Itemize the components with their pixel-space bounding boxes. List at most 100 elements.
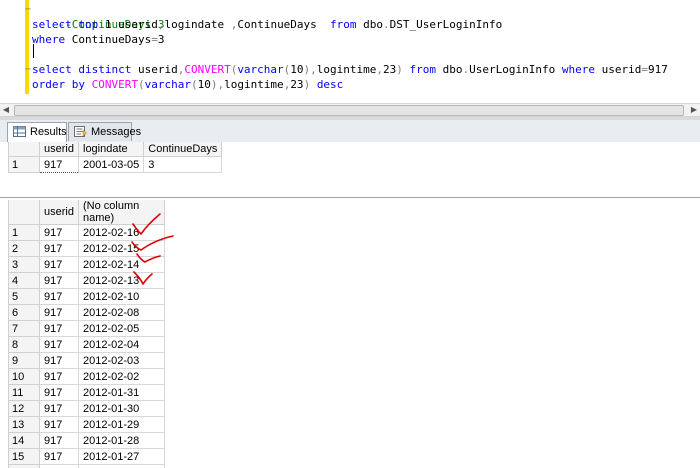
- table-cell[interactable]: 2012-01-24: [78, 464, 165, 468]
- column-header[interactable]: (No column name): [78, 200, 165, 225]
- table-cell[interactable]: 2012-01-27: [78, 448, 165, 465]
- row-number[interactable]: 4: [8, 272, 40, 289]
- sql-editor[interactable]: − − --ContinueDays 3 select top 1 userid…: [0, 0, 700, 103]
- scrollbar-thumb[interactable]: [14, 105, 684, 116]
- table-cell[interactable]: 917: [39, 304, 79, 321]
- code-line-1: --ContinueDays 3: [32, 2, 165, 31]
- row-number[interactable]: 15: [8, 448, 40, 465]
- tab-results[interactable]: Results: [7, 122, 67, 143]
- table-row: 2 917 2012-02-15: [8, 240, 165, 257]
- table-row: 11 917 2012-01-31: [8, 384, 165, 401]
- sql-operator: .: [383, 18, 390, 31]
- code-line-6: order by CONVERT(varchar(10),logintime,2…: [32, 77, 343, 92]
- messages-icon: [74, 126, 87, 137]
- table-cell[interactable]: 917: [39, 384, 79, 401]
- collapse-marker[interactable]: −: [25, 2, 31, 17]
- row-number[interactable]: 7: [8, 320, 40, 337]
- table-cell[interactable]: 917: [39, 336, 79, 353]
- table-row: 8 917 2012-02-04: [8, 336, 165, 353]
- table-cell[interactable]: 917: [39, 368, 79, 385]
- column-header[interactable]: userid: [39, 142, 79, 157]
- row-number[interactable]: 12: [8, 400, 40, 417]
- table-cell[interactable]: 2012-02-14: [78, 256, 165, 273]
- table-cell[interactable]: 2012-02-13: [78, 272, 165, 289]
- sql-keyword: varchar: [144, 78, 191, 91]
- table-cell[interactable]: 2012-02-03: [78, 352, 165, 369]
- table-cell[interactable]: 917: [39, 352, 79, 369]
- table-cell[interactable]: 917: [39, 256, 79, 273]
- sql-function: CONVERT: [184, 63, 231, 76]
- row-number[interactable]: 1: [8, 224, 40, 241]
- table-cell[interactable]: 2012-02-10: [78, 288, 165, 305]
- result-grid-2[interactable]: userid (No column name) 1 917 2012-02-16 2…: [0, 199, 700, 468]
- row-number[interactable]: 9: [8, 352, 40, 369]
- table-cell[interactable]: 917: [39, 272, 79, 289]
- sql-identifier: DST_UserLoginInfo: [389, 18, 503, 31]
- sql-keyword: where: [561, 63, 595, 76]
- row-number[interactable]: 2: [8, 240, 40, 257]
- collapse-marker[interactable]: −: [25, 62, 31, 77]
- table-row: 9 917 2012-02-03: [8, 352, 165, 369]
- sql-keyword: where: [32, 33, 66, 46]
- scroll-right-arrow-icon[interactable]: ▶: [688, 104, 700, 116]
- editor-horizontal-scrollbar[interactable]: ◀ ▶: [0, 103, 700, 117]
- table-row: 10 917 2012-02-02: [8, 368, 165, 385]
- sql-number: 10: [290, 63, 304, 76]
- table-cell[interactable]: 2012-01-31: [78, 384, 165, 401]
- header-row: userid logindate ContinueDays: [8, 142, 223, 157]
- column-header[interactable]: ContinueDays: [143, 142, 223, 157]
- scroll-left-arrow-icon[interactable]: ◀: [0, 104, 12, 116]
- table-cell[interactable]: 2012-01-30: [78, 400, 165, 417]
- row-number[interactable]: 14: [8, 432, 40, 449]
- table-cell[interactable]: 917: [39, 416, 79, 433]
- sql-identifier: logintime: [224, 78, 284, 91]
- table-cell[interactable]: 917: [39, 288, 79, 305]
- table-cell[interactable]: 917: [39, 320, 79, 337]
- table-cell[interactable]: 917: [39, 400, 79, 417]
- row-number[interactable]: 1: [8, 156, 40, 173]
- row-number-header[interactable]: [8, 142, 40, 157]
- sql-number: 23: [290, 78, 304, 91]
- sql-identifier: logintime: [316, 63, 377, 76]
- table-row: 4 917 2012-02-13: [8, 272, 165, 289]
- row-number-header[interactable]: [8, 200, 40, 225]
- sql-operator: ): [396, 63, 403, 76]
- table-row: 1 917 2012-02-16: [8, 224, 165, 241]
- table-cell[interactable]: 2012-02-15: [78, 240, 165, 257]
- table-row: 3 917 2012-02-14: [8, 256, 165, 273]
- row-number[interactable]: 16: [8, 464, 40, 468]
- row-number[interactable]: 10: [8, 368, 40, 385]
- row-number[interactable]: 3: [8, 256, 40, 273]
- column-header[interactable]: logindate: [77, 142, 145, 157]
- table-cell[interactable]: 2012-02-05: [78, 320, 165, 337]
- table-cell[interactable]: 917: [39, 240, 79, 257]
- table-cell[interactable]: 2012-02-02: [78, 368, 165, 385]
- tab-messages-label: Messages: [91, 126, 142, 138]
- table-cell[interactable]: 2012-02-16: [78, 224, 165, 241]
- table-row: 12 917 2012-01-30: [8, 400, 165, 417]
- table-cell[interactable]: 917: [39, 432, 79, 449]
- table-cell[interactable]: 3: [143, 156, 223, 173]
- table-row: 5 917 2012-02-10: [8, 288, 165, 305]
- table-cell[interactable]: 917: [39, 156, 79, 173]
- tab-messages[interactable]: Messages: [68, 122, 141, 141]
- sql-space: [403, 63, 410, 76]
- table-cell[interactable]: 2012-02-04: [78, 336, 165, 353]
- table-cell[interactable]: 917: [39, 464, 79, 468]
- row-number[interactable]: 5: [8, 288, 40, 305]
- row-number[interactable]: 11: [8, 384, 40, 401]
- table-row: 1 917 2001-03-05 3: [8, 156, 223, 173]
- table-cell[interactable]: 917: [39, 448, 79, 465]
- row-number[interactable]: 8: [8, 336, 40, 353]
- table-cell[interactable]: 2012-01-28: [78, 432, 165, 449]
- sql-keyword: varchar: [237, 63, 284, 76]
- table-cell[interactable]: 917: [39, 224, 79, 241]
- result-grid-1[interactable]: userid logindate ContinueDays 1 917 2001…: [0, 142, 700, 198]
- table-cell[interactable]: 2001-03-05: [77, 156, 145, 173]
- column-header[interactable]: userid: [39, 200, 79, 225]
- row-number[interactable]: 6: [8, 304, 40, 321]
- table-cell[interactable]: 2012-02-08: [78, 304, 165, 321]
- row-number[interactable]: 13: [8, 416, 40, 433]
- sql-keyword: from: [409, 63, 437, 76]
- table-cell[interactable]: 2012-01-29: [78, 416, 165, 433]
